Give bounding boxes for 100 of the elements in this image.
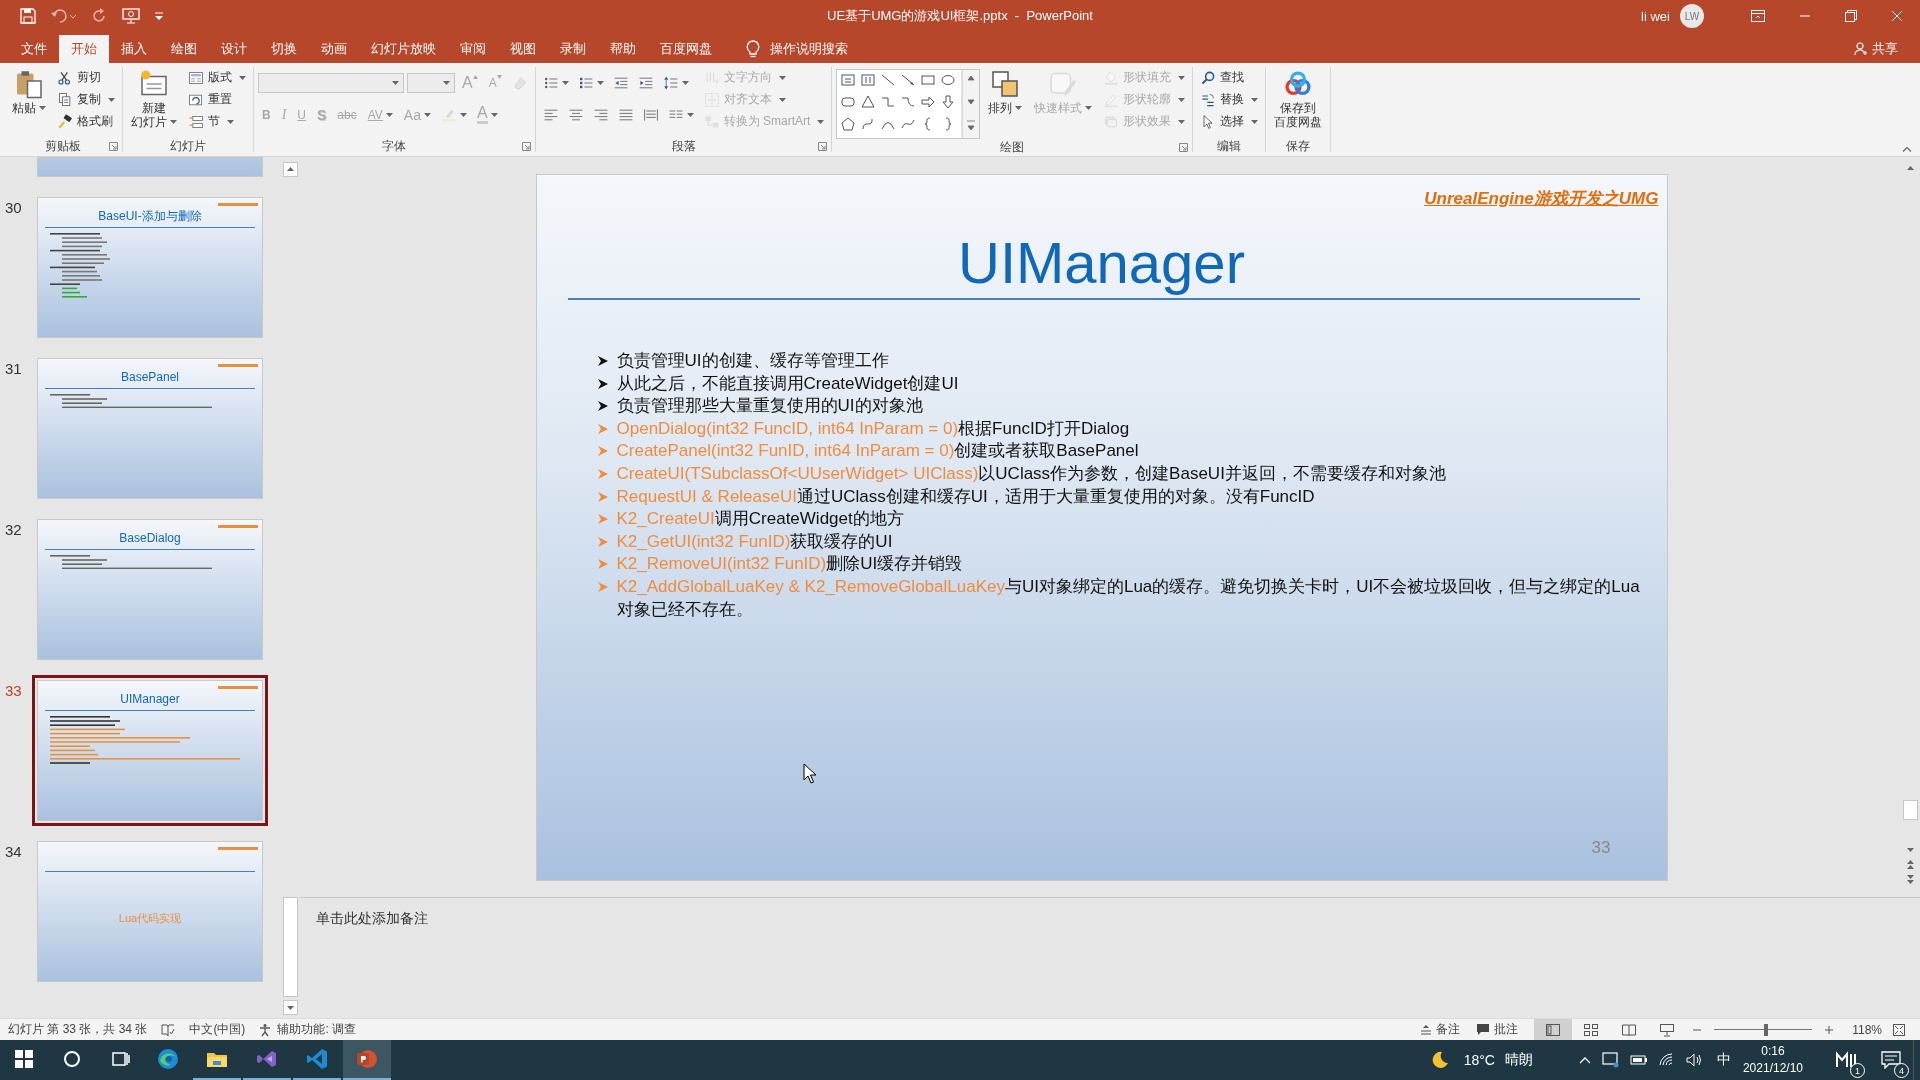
display-icon[interactable] [1601,1052,1620,1068]
thumbnail-title: BaseDialog [118,530,182,546]
bullet-arrow-icon [596,558,609,571]
ribbon-button[interactable]: 格式刷 [54,111,118,132]
bullet-arrow-icon [596,377,609,390]
spelling-icon[interactable] [161,1022,176,1037]
page-number: 33 [1591,838,1611,858]
customize-icon[interactable] [154,11,164,21]
chevron-up-icon[interactable] [1577,1055,1592,1065]
collapse-ribbon-icon[interactable] [1902,146,1912,152]
clock-time[interactable]: 0:16 [1761,1043,1785,1060]
scrollbar-thumb[interactable] [283,897,298,997]
lightbulb-icon [746,40,760,58]
highlighter-icon [440,106,457,123]
code-editor-icon [305,1047,329,1071]
share-button[interactable]: 共享 [1854,35,1898,63]
close-icon[interactable] [1891,10,1903,22]
bullet-arrow-icon [596,467,609,480]
caret-icon [496,74,502,79]
dialog-launcher-icon[interactable] [521,141,531,151]
user-name: li wei [1641,8,1670,24]
ribbon-tab[interactable]: 开始 [59,35,109,63]
comments-button[interactable]: 批注 [1476,1021,1519,1038]
layout-icon [188,69,204,86]
windows-logo-icon [12,1047,36,1071]
accessibility-button[interactable]: 辅助功能: 调查 [259,1021,357,1038]
ribbon-button[interactable]: 重置 [185,89,249,110]
ribbon-tab[interactable]: 帮助 [598,35,648,63]
view-button[interactable] [1534,1019,1573,1040]
ribbon-button[interactable]: 粘贴 [8,67,50,117]
clock-date[interactable]: 2021/12/10 [1742,1060,1803,1077]
zoom-in-icon[interactable] [1824,1024,1835,1035]
bullet-text: RequestUI & ReleaseUI通过UClass创建和缓存UI，适用于大量重复使用的对象。没有FuncID [616,485,1315,508]
user-avatar[interactable]: LW [1680,4,1704,28]
fit-to-window-icon[interactable] [1892,1022,1906,1037]
dialog-launcher-icon[interactable] [1179,143,1189,152]
shape-gallery[interactable] [836,69,981,139]
input-method-indicator[interactable]: 中 [1716,1051,1731,1069]
notes-button[interactable]: 备注 [1420,1021,1461,1038]
ribbon-display-icon[interactable] [1751,10,1765,22]
ribbon-button[interactable]: 复制 [54,89,118,110]
bullet-arrow-icon [596,400,609,413]
bullet-text: 负责管理那些大量重复使用的UI的对象池 [616,395,923,418]
window-title: UE基于UMG的游戏UI框架.pptx - PowerPoint [827,7,1093,25]
ribbon-tab[interactable]: 设计 [209,35,259,63]
language-status[interactable]: 中文(中国) [189,1021,246,1038]
bullet-text: 负责管理UI的创建、缓存等管理工作 [616,350,889,372]
ribbon-tab[interactable]: 视图 [498,35,548,63]
battery-icon[interactable] [1629,1054,1648,1066]
ribbon-tab[interactable]: 动画 [309,35,359,63]
save-icon[interactable] [20,8,36,24]
thumbnail-title: UIManager [119,691,181,707]
ribbon-tab[interactable]: 幻灯片放映 [359,35,448,63]
ribbon-tab[interactable]: 绘图 [159,35,209,63]
ribbon-tab[interactable]: 百度网盘 [648,35,724,63]
bullet-arrow-icon [596,580,609,593]
normal-view-icon [1545,1022,1562,1037]
scroll-up-icon[interactable] [283,162,298,177]
notification-icon[interactable] [1881,1051,1901,1069]
ribbon-tab[interactable]: 审阅 [448,35,498,63]
thumbnail-title: BasePanel [119,369,180,385]
ribbon-button[interactable]: 新建 幻灯片 [127,67,181,131]
search-commands-field[interactable]: 操作说明搜索 [770,40,848,58]
ribbon-button[interactable]: 节 [185,111,249,132]
slide-header: UnrealEngine游戏开发之UMG [1424,188,1659,210]
ribbon-button[interactable]: 保存到 百度网盘 [1270,67,1327,131]
dialog-launcher-icon[interactable] [818,141,828,151]
ribbon-tab[interactable]: 切换 [259,35,309,63]
ribbon-button[interactable]: 查找 [1197,67,1262,88]
restore-icon[interactable] [1845,10,1857,22]
slide-number: 31 [4,359,23,379]
redo-icon[interactable] [92,8,108,24]
scroll-down-icon[interactable] [283,1000,298,1015]
slide-thumbnail[interactable]: UIManager [32,675,268,826]
speaker-icon[interactable] [1685,1053,1704,1067]
ribbon-tab[interactable]: 插入 [109,35,159,63]
group-label: 保存 [1286,137,1311,155]
browser-icon [156,1047,180,1071]
ribbon-button[interactable]: 选择 [1197,111,1262,132]
undo-icon[interactable] [50,8,78,24]
line-spacing-icon [662,74,679,91]
weather-widget[interactable]: 18°C 晴朗 [1429,1040,1533,1080]
group-label: 剪贴板 [45,137,81,155]
ribbon-button[interactable]: 剪切 [54,67,118,88]
arrange-icon [990,69,1021,99]
ribbon-button[interactable]: 替换 [1197,89,1262,110]
dialog-launcher-icon[interactable] [109,141,118,151]
zoom-level[interactable]: 118% [1852,1022,1882,1037]
ribbon-button[interactable]: 版式 [185,67,249,88]
presentation-icon[interactable] [122,8,140,24]
slide-number: 34 [4,842,23,862]
scrollbar-thumb[interactable] [1903,800,1918,820]
ribbon-tab[interactable]: 录制 [548,35,598,63]
presentation-app-icon [355,1047,379,1071]
ribbon-button[interactable]: 排列 [984,67,1027,117]
zoom-slider-thumb[interactable] [1764,1023,1769,1036]
search-icon [1200,69,1217,86]
bars-logo-icon[interactable] [1835,1051,1857,1069]
count-badge: 4 [1894,1063,1909,1078]
ribbon-tab[interactable]: 文件 [9,35,59,63]
